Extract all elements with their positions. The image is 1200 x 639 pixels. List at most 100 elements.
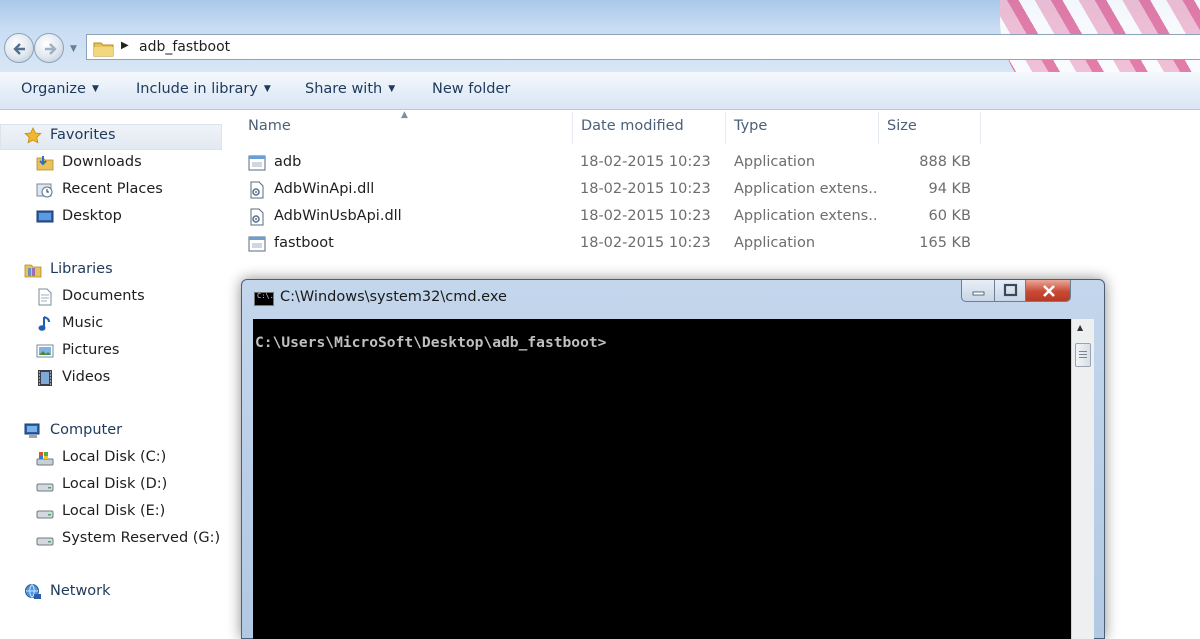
file-date: 18-02-2015 10:23 [580,235,711,251]
new-folder-label: New folder [432,81,511,97]
file-date: 18-02-2015 10:23 [580,154,711,170]
close-icon [1043,285,1055,297]
breadcrumb-folder[interactable]: adb_fastboot [139,39,230,55]
recent-places-icon [36,183,53,198]
recent-pages-dropdown[interactable]: ▼ [70,44,77,54]
file-size: 60 KB [928,208,971,224]
folder-icon [93,42,114,57]
new-folder-button[interactable]: New folder [432,81,510,97]
minimize-button[interactable] [961,280,995,302]
file-date: 18-02-2015 10:23 [580,208,711,224]
file-type: Application [734,235,816,251]
navigation-pane: Favorites Downloads Recent Places Deskto… [0,110,228,633]
pictures-icon [36,344,54,358]
share-with-button[interactable]: Share with ▼ [305,81,395,97]
organize-button[interactable]: Organize ▼ [21,81,99,97]
file-name: AdbWinUsbApi.dll [274,208,402,224]
minimize-icon [972,291,985,296]
dll-icon [250,181,264,199]
file-type: Application [734,154,816,170]
application-icon [248,236,266,252]
column-divider[interactable] [980,112,981,144]
file-date: 18-02-2015 10:23 [580,181,711,197]
computer-icon [24,423,40,438]
drive-icon [36,537,54,546]
address-bar[interactable]: ▶ adb_fastboot [86,34,1200,60]
file-row[interactable]: AdbWinUsbApi.dll 18-02-2015 10:23 Applic… [246,205,986,231]
close-button[interactable] [1025,280,1071,302]
scrollbar-thumb[interactable] [1075,343,1091,367]
nav-local-disk-d-label: Local Disk (D:) [62,476,168,492]
file-name: adb [274,154,302,170]
scroll-up-icon[interactable]: ▲ [1077,323,1083,332]
column-header-date-modified[interactable]: Date modified [581,118,684,134]
system-drive-icon [36,452,54,466]
downloads-icon [36,156,54,171]
share-with-label: Share with [305,81,383,97]
file-row[interactable]: adb 18-02-2015 10:23 Application 888 KB [246,151,986,177]
cmd-window-title: C:\Windows\system32\cmd.exe [280,289,507,305]
chevron-down-icon: ▼ [388,84,396,94]
music-icon [38,316,50,331]
column-header-size[interactable]: Size [887,118,917,134]
chevron-down-icon: ▼ [263,84,271,94]
column-header-type[interactable]: Type [734,118,767,134]
nav-network-label: Network [50,583,111,599]
file-type: Application extens... [734,208,876,224]
column-divider[interactable] [572,112,573,144]
cmd-icon[interactable]: C:\. [254,292,274,306]
nav-favorites-label: Favorites [50,127,116,143]
libraries-icon [24,264,42,278]
vertical-scrollbar[interactable]: ▲ [1071,319,1094,639]
network-icon [25,584,41,599]
drive-icon [36,483,54,492]
nav-system-reserved-g-label: System Reserved (G:) [62,530,221,546]
file-name: AdbWinApi.dll [274,181,375,197]
nav-computer-label: Computer [50,422,123,438]
chevron-down-icon: ▼ [91,84,99,94]
column-header-name[interactable]: Name [248,118,291,134]
file-size: 888 KB [919,154,971,170]
forward-button[interactable] [34,33,64,63]
videos-icon [38,370,52,386]
desktop-icon [36,210,54,223]
nav-pictures-label: Pictures [62,342,120,358]
file-name: fastboot [274,235,334,251]
sort-ascending-icon: ▲ [401,110,408,120]
column-divider[interactable] [878,112,879,144]
column-divider[interactable] [725,112,726,144]
dll-icon [250,208,264,226]
back-button[interactable] [4,33,34,63]
file-type: Application extens... [734,181,876,197]
drive-icon [36,510,54,519]
back-arrow-icon [13,43,25,55]
cmd-icon-text: C:\. [257,292,274,300]
nav-recent-places-label: Recent Places [62,181,163,197]
breadcrumb-arrow-icon[interactable]: ▶ [121,40,129,51]
nav-libraries-label: Libraries [50,261,113,277]
cmd-window[interactable]: C:\. C:\Windows\system32\cmd.exe C:\User… [241,279,1105,639]
nav-local-disk-e-label: Local Disk (E:) [62,503,166,519]
nav-desktop-label: Desktop [62,208,122,224]
title-bar: ▼ ▶ adb_fastboot [0,0,1200,72]
maximize-button[interactable] [994,280,1026,302]
file-row[interactable]: AdbWinApi.dll 18-02-2015 10:23 Applicati… [246,178,986,204]
documents-icon [38,288,52,306]
console-prompt: C:\Users\MicroSoft\Desktop\adb_fastboot> [255,334,607,351]
file-row[interactable]: fastboot 18-02-2015 10:23 Application 16… [246,232,986,258]
nav-videos-label: Videos [62,369,111,385]
console-output[interactable]: C:\Users\MicroSoft\Desktop\adb_fastboot> [253,319,1071,639]
application-icon [248,155,266,171]
nav-local-disk-c-label: Local Disk (C:) [62,449,167,465]
command-bar: Organize ▼ Include in library ▼ Share with… [0,72,1200,110]
star-icon [24,127,42,144]
nav-music-label: Music [62,315,104,331]
nav-documents-label: Documents [62,288,145,304]
file-size: 165 KB [919,235,971,251]
nav-downloads-label: Downloads [62,154,142,170]
maximize-icon [1003,283,1018,297]
file-size: 94 KB [928,181,971,197]
include-in-library-label: Include in library [136,81,258,97]
include-in-library-button[interactable]: Include in library ▼ [136,81,271,97]
organize-label: Organize [21,81,86,97]
